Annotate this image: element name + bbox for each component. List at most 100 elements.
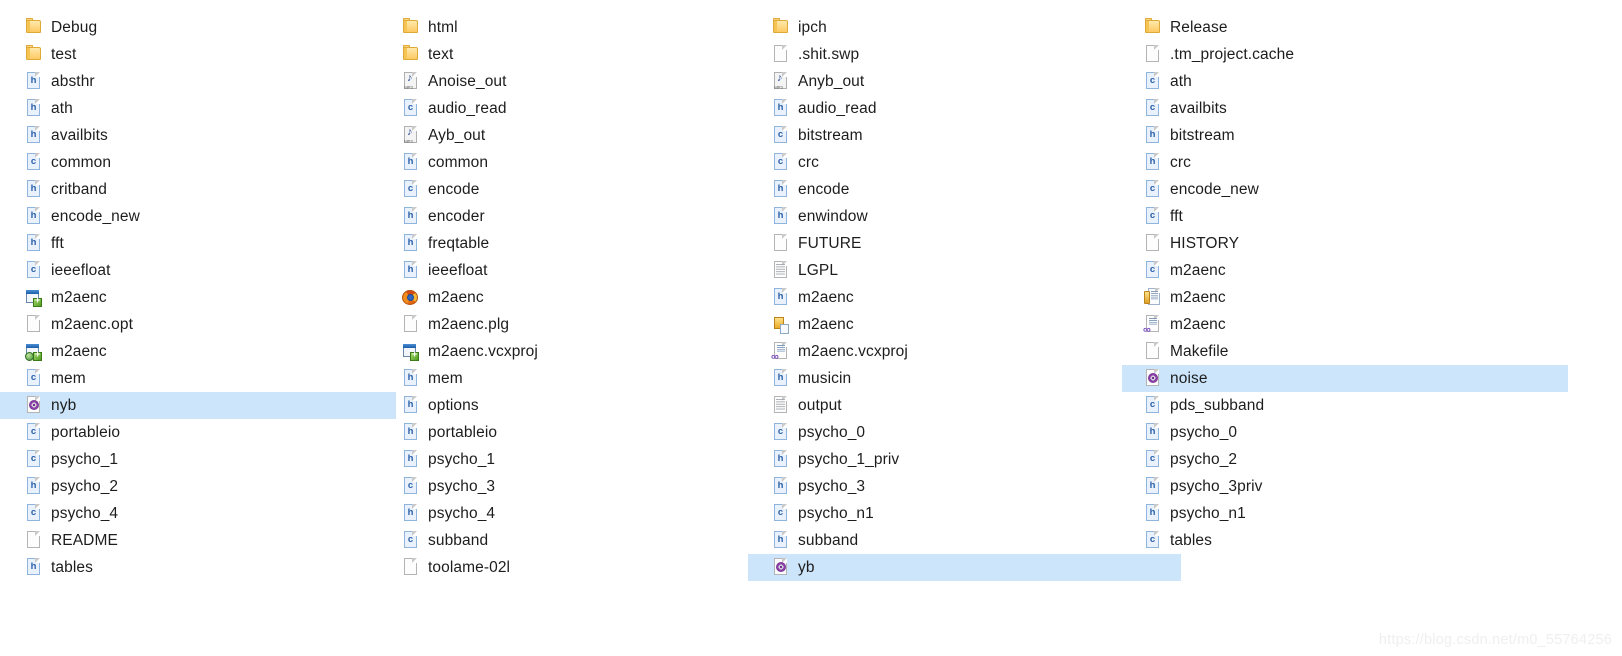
h-header-file-icon: h: [1144, 423, 1161, 442]
file-row[interactable]: ♪ MP3 Anyb_out: [748, 68, 1144, 95]
file-row[interactable]: h ieeefloat: [374, 257, 770, 284]
file-row[interactable]: ♪ MP3 Anoise_out: [374, 68, 770, 95]
file-row[interactable]: h musicin: [748, 365, 1144, 392]
file-row[interactable]: h absthr: [0, 68, 396, 95]
file-row[interactable]: c common: [0, 149, 396, 176]
file-row[interactable]: h portableio: [374, 419, 770, 446]
file-row[interactable]: h psycho_3priv: [1122, 473, 1568, 500]
file-row[interactable]: h crc: [1122, 149, 1568, 176]
file-row[interactable]: h availbits: [0, 122, 396, 149]
file-row[interactable]: c crc: [748, 149, 1144, 176]
file-row[interactable]: h fft: [0, 230, 396, 257]
file-row[interactable]: c subband: [374, 527, 770, 554]
file-row[interactable]: toolame-02l: [374, 554, 770, 581]
file-row[interactable]: output: [748, 392, 1144, 419]
file-row[interactable]: h psycho_1: [374, 446, 770, 473]
file-row[interactable]: h critband: [0, 176, 396, 203]
file-row[interactable]: c encode: [374, 176, 770, 203]
file-row[interactable]: h subband: [748, 527, 1144, 554]
c-source-file-icon: c: [25, 261, 42, 280]
file-row-selected[interactable]: nyb: [0, 392, 396, 419]
file-name-label: mem: [428, 370, 463, 387]
file-row[interactable]: c m2aenc: [1122, 257, 1568, 284]
file-row[interactable]: h mem: [374, 365, 770, 392]
file-row[interactable]: c encode_new: [1122, 176, 1568, 203]
file-row[interactable]: LGPL: [748, 257, 1144, 284]
blank-document-icon: [772, 45, 789, 64]
file-name-label: crc: [798, 154, 819, 171]
file-row[interactable]: Makefile: [1122, 338, 1568, 365]
file-row[interactable]: m2aenc.opt: [0, 311, 396, 338]
file-row[interactable]: h psycho_0: [1122, 419, 1568, 446]
file-name-label: pds_subband: [1170, 397, 1265, 414]
file-row[interactable]: ♪ MP3 Ayb_out: [374, 122, 770, 149]
file-row[interactable]: h psycho_3: [748, 473, 1144, 500]
file-row[interactable]: h bitstream: [1122, 122, 1568, 149]
h-header-file-icon: h: [772, 531, 789, 550]
c-source-file-icon: c: [772, 126, 789, 145]
file-row[interactable]: m2aenc: [374, 284, 770, 311]
file-row[interactable]: m2aenc.plg: [374, 311, 770, 338]
file-row[interactable]: FUTURE: [748, 230, 1144, 257]
file-row[interactable]: h encoder: [374, 203, 770, 230]
file-row[interactable]: c psycho_1: [0, 446, 396, 473]
file-row[interactable]: h options: [374, 392, 770, 419]
file-row[interactable]: c psycho_2: [1122, 446, 1568, 473]
file-row[interactable]: m2aenc: [0, 338, 396, 365]
file-name-label: encoder: [428, 208, 485, 225]
file-row[interactable]: h encode_new: [0, 203, 396, 230]
file-row[interactable]: h tables: [0, 554, 396, 581]
folder-icon: [402, 45, 419, 64]
file-row[interactable]: html: [374, 14, 770, 41]
mp3-audio-icon: ♪ MP3: [402, 126, 419, 145]
file-row[interactable]: text: [374, 41, 770, 68]
file-row[interactable]: c audio_read: [374, 95, 770, 122]
file-row[interactable]: h psycho_4: [374, 500, 770, 527]
file-row[interactable]: ipch: [748, 14, 1144, 41]
file-row[interactable]: Debug: [0, 14, 396, 41]
file-row[interactable]: h psycho_n1: [1122, 500, 1568, 527]
file-row[interactable]: h freqtable: [374, 230, 770, 257]
file-row[interactable]: c psycho_4: [0, 500, 396, 527]
file-row[interactable]: c pds_subband: [1122, 392, 1568, 419]
file-row[interactable]: ∞ m2aenc: [1122, 311, 1568, 338]
file-row[interactable]: c availbits: [1122, 95, 1568, 122]
file-row[interactable]: README: [0, 527, 396, 554]
file-row[interactable]: m2aenc: [748, 311, 1144, 338]
file-row[interactable]: h psycho_1_priv: [748, 446, 1144, 473]
file-row[interactable]: h m2aenc: [748, 284, 1144, 311]
file-row[interactable]: test: [0, 41, 396, 68]
file-row[interactable]: HISTORY: [1122, 230, 1568, 257]
file-row[interactable]: c ieeefloat: [0, 257, 396, 284]
file-row[interactable]: c psycho_n1: [748, 500, 1144, 527]
file-row[interactable]: h encode: [748, 176, 1144, 203]
file-row-selected[interactable]: yb: [748, 554, 1181, 581]
file-row[interactable]: m2aenc: [0, 284, 396, 311]
c-source-file-icon: c: [25, 504, 42, 523]
file-row[interactable]: c tables: [1122, 527, 1568, 554]
c-source-file-icon: c: [1144, 72, 1161, 91]
file-row[interactable]: c psycho_3: [374, 473, 770, 500]
file-row[interactable]: Release: [1122, 14, 1568, 41]
file-row[interactable]: c psycho_0: [748, 419, 1144, 446]
file-row[interactable]: c fft: [1122, 203, 1568, 230]
file-row[interactable]: h common: [374, 149, 770, 176]
file-row[interactable]: c portableio: [0, 419, 396, 446]
file-name-label: psycho_1: [51, 451, 119, 468]
file-row[interactable]: .tm_project.cache: [1122, 41, 1568, 68]
file-row[interactable]: h enwindow: [748, 203, 1144, 230]
file-row[interactable]: h psycho_2: [0, 473, 396, 500]
file-row[interactable]: m2aenc.vcxproj: [374, 338, 770, 365]
file-row[interactable]: ∞ m2aenc.vcxproj: [748, 338, 1144, 365]
file-row[interactable]: h ath: [0, 95, 396, 122]
object-file-icon: [25, 396, 42, 415]
file-row[interactable]: m2aenc: [1122, 284, 1568, 311]
h-header-file-icon: h: [1144, 477, 1161, 496]
file-row[interactable]: .shit.swp: [748, 41, 1144, 68]
file-row[interactable]: c mem: [0, 365, 396, 392]
file-row[interactable]: c ath: [1122, 68, 1568, 95]
mp3-audio-icon: ♪ MP3: [772, 72, 789, 91]
file-row-selected[interactable]: noise: [1122, 365, 1568, 392]
file-row[interactable]: h audio_read: [748, 95, 1144, 122]
file-row[interactable]: c bitstream: [748, 122, 1144, 149]
